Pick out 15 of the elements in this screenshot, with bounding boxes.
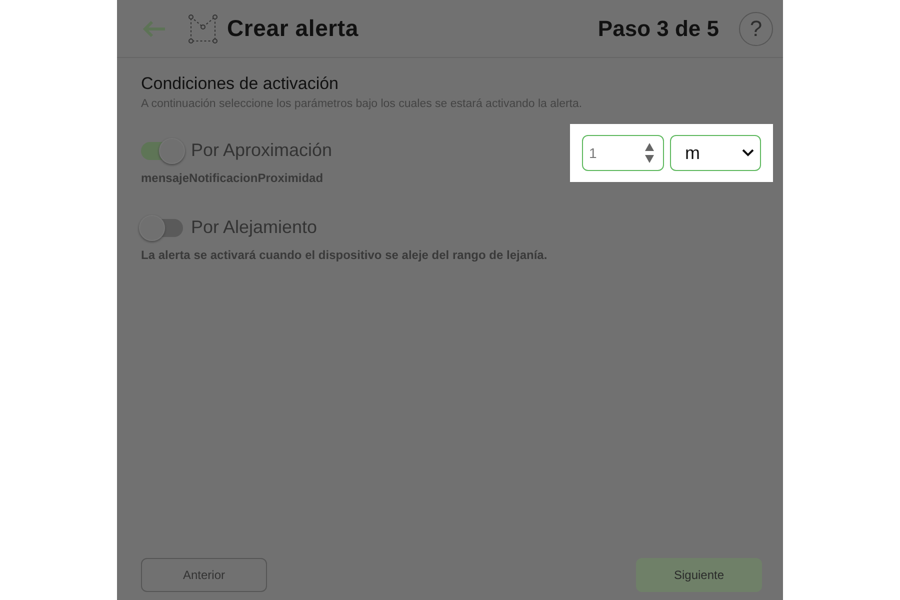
section-title: Condiciones de activación	[141, 74, 340, 94]
help-button[interactable]: ?	[739, 12, 773, 46]
next-button[interactable]: Siguiente	[636, 558, 762, 592]
spinner-icon[interactable]	[644, 142, 655, 164]
condition-description: mensajeNotificacionProximidad	[141, 171, 324, 185]
unit-select[interactable]: m	[670, 135, 761, 171]
step-indicator: Paso 3 de 5	[598, 16, 719, 42]
toggle-label: Por Alejamiento	[191, 217, 318, 238]
back-arrow-icon[interactable]	[141, 18, 167, 38]
polygon-icon	[187, 12, 219, 44]
previous-button[interactable]: Anterior	[141, 558, 267, 592]
chevron-down-icon	[742, 149, 754, 157]
toggle-label: Por Aproximación	[191, 140, 332, 161]
page-title: Crear alerta	[227, 15, 360, 42]
distance-input[interactable]: 1	[582, 135, 664, 171]
